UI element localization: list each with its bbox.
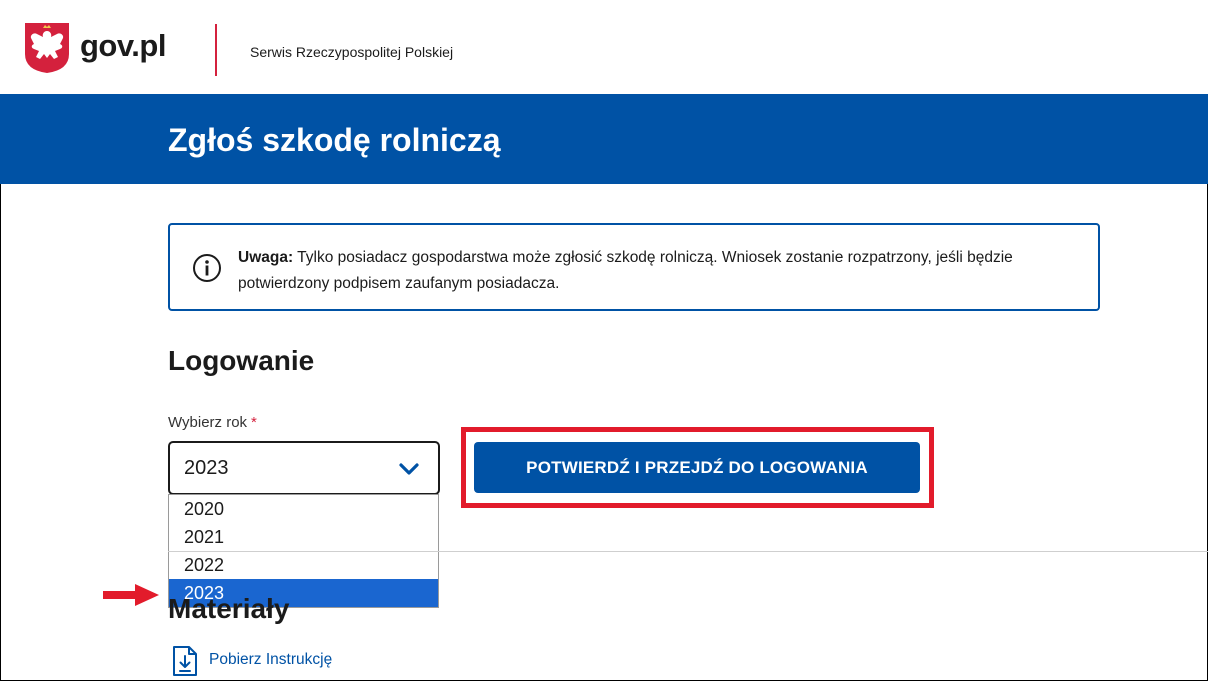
- section-divider: [168, 551, 1208, 552]
- gov-pl-logo[interactable]: gov.pl: [80, 28, 166, 64]
- login-section-title: Logowanie: [168, 345, 315, 376]
- year-field-label: Wybierz rok *: [168, 414, 257, 431]
- service-name: Serwis Rzeczypospolitej Polskiej: [250, 44, 454, 60]
- confirm-and-login-button[interactable]: POTWIERDŹ I PRZEJDŹ DO LOGOWANIA: [474, 442, 920, 493]
- download-instructions-link[interactable]: Pobierz Instrukcję: [209, 651, 332, 669]
- page-banner: Zgłoś szkodę rolniczą: [0, 94, 1208, 184]
- year-select-value: 2023: [184, 457, 229, 479]
- info-icon: [193, 254, 221, 282]
- year-select[interactable]: 2023: [168, 441, 440, 495]
- page-title: Zgłoś szkodę rolniczą: [168, 122, 501, 158]
- download-document-icon: [173, 646, 197, 676]
- year-option-2021[interactable]: 2021: [169, 523, 438, 551]
- materials-section-title: Materiały: [168, 593, 290, 624]
- notice-box: Uwaga: Tylko posiadacz gospodarstwa może…: [168, 223, 1100, 311]
- notice-body: Tylko posiadacz gospodarstwa może zgłosi…: [238, 249, 1013, 292]
- year-label-text: Wybierz rok: [168, 414, 248, 431]
- header-divider: [215, 24, 217, 76]
- required-asterisk: *: [251, 414, 257, 431]
- notice-text: Uwaga: Tylko posiadacz gospodarstwa może…: [238, 245, 1088, 297]
- year-option-2022[interactable]: 2022: [169, 551, 438, 579]
- year-option-2020[interactable]: 2020: [169, 495, 438, 523]
- red-arrow-icon: [103, 584, 159, 606]
- top-header: gov.pl Serwis Rzeczypospolitej Polskiej: [0, 0, 1208, 94]
- chevron-down-icon: [399, 463, 419, 475]
- polish-eagle-emblem-icon[interactable]: [24, 22, 70, 74]
- notice-label: Uwaga:: [238, 249, 294, 266]
